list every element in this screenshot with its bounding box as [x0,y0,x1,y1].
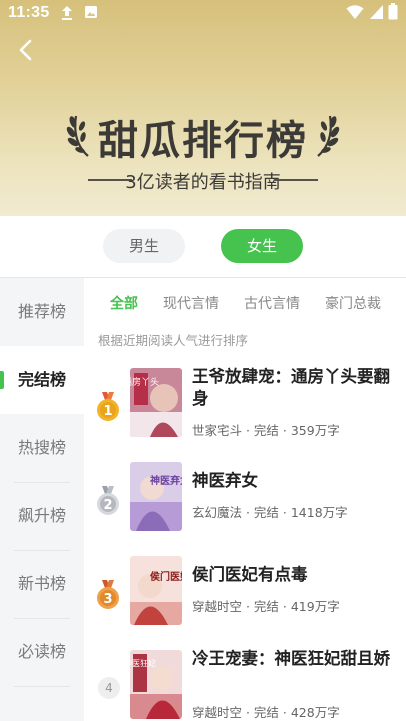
book-cover-image: 神医弃女 [130,462,182,531]
tab-male[interactable]: 男生 [103,229,185,263]
book-meta: 穿越时空 · 完结 · 419万字 [192,599,340,614]
tab-modern-romance[interactable]: 现代言情 [163,293,219,313]
book-title: 冷王宠妻：神医狂妃甜且娇 [192,649,390,668]
hero-banner: 11:35 甜瓜排行榜 3亿读者的看书指南 [0,0,406,216]
page-title: 甜瓜排行榜 [98,118,308,164]
cover-title: 侯门医妃 [150,570,182,583]
gallery-icon [85,6,97,18]
upload-icon [62,6,72,20]
list-item[interactable]: 2 神医弃女 神医弃女 玄幻魔法 · 完结 · 1418万字 [84,462,406,554]
cover-title: 神医狂妃 [130,658,156,668]
wifi-icon [346,5,364,19]
book-cover-image: 神医狂妃 [130,650,182,719]
svg-text:2: 2 [103,498,112,513]
sidebar-item-recommend[interactable]: 推荐榜 [0,278,84,346]
page-subtitle: 3亿读者的看书指南 [125,172,281,193]
book-meta: 穿越时空 · 完结 · 428万字 [192,705,340,720]
book-list-panel: 全部 现代言情 古代言情 豪门总裁 根据近期阅读人气进行排序 1 通房丫头 王爷… [84,278,406,721]
subtitle-divider-right [274,179,318,181]
tab-all[interactable]: 全部 [110,293,138,313]
book-title: 侯门医妃有点毒 [192,565,308,584]
tab-rich-ceo[interactable]: 豪门总裁 [325,293,381,313]
back-chevron-left-icon[interactable] [14,38,38,62]
book-cover-image: 侯门医妃 [130,556,182,625]
cover-title: 神医弃女 [150,474,182,487]
sidebar-item-label: 完结榜 [17,370,66,389]
gender-tabs: 男生 女生 [0,216,406,278]
sidebar-item-completed[interactable]: 完结榜 [0,346,84,414]
list-item[interactable]: 3 侯门医妃 侯门医妃有点毒 穿越时空 · 完结 · 419万字 [84,556,406,648]
subtitle-row: 3亿读者的看书指南 [0,168,406,193]
book-meta: 玄幻魔法 · 完结 · 1418万字 [192,505,348,520]
cover-title: 通房丫头 [130,376,159,388]
sort-hint: 根据近期阅读人气进行排序 [98,333,249,348]
sidebar-item-new-books[interactable]: 新书榜 [0,550,84,618]
svg-text:3: 3 [103,592,112,607]
book-cover-image: 通房丫头 [130,368,182,437]
book-title: 王爷放肆宠：通房丫头要翻身 [192,367,390,408]
status-bar: 11:35 [0,0,406,28]
sidebar-item-rising[interactable]: 飙升榜 [0,482,84,550]
book-meta: 世家宅斗 · 完结 · 359万字 [192,423,340,438]
active-indicator [0,371,4,389]
laurel-right-icon [317,115,340,157]
sidebar-item-hot-search[interactable]: 热搜榜 [0,414,84,482]
list-item[interactable]: 4 神医狂妃 冷王宠妻：神医狂妃甜且娇 穿越时空 · 完结 · 428万字 [84,649,406,721]
gold-medal-icon: 1 [97,392,119,421]
svg-text:1: 1 [103,404,112,419]
signal-icon [370,5,383,19]
battery-icon [388,3,398,20]
ranking-sidebar: 推荐榜 完结榜 热搜榜 飙升榜 新书榜 必读榜 [0,278,84,721]
list-item[interactable]: 1 通房丫头 王爷放肆宠：通房丫头要翻身 世家宅斗 · 完结 · 359万字 [84,367,406,460]
sidebar-item-must-read[interactable]: 必读榜 [0,618,84,686]
bronze-medal-icon: 3 [97,580,119,609]
status-time: 11:35 [8,4,50,21]
tab-female[interactable]: 女生 [221,229,303,263]
silver-medal-icon: 2 [97,486,119,515]
sidebar-divider [14,686,70,687]
rank-number: 4 [98,677,120,699]
book-title: 神医弃女 [192,471,258,490]
tab-ancient-romance[interactable]: 古代言情 [244,293,300,313]
